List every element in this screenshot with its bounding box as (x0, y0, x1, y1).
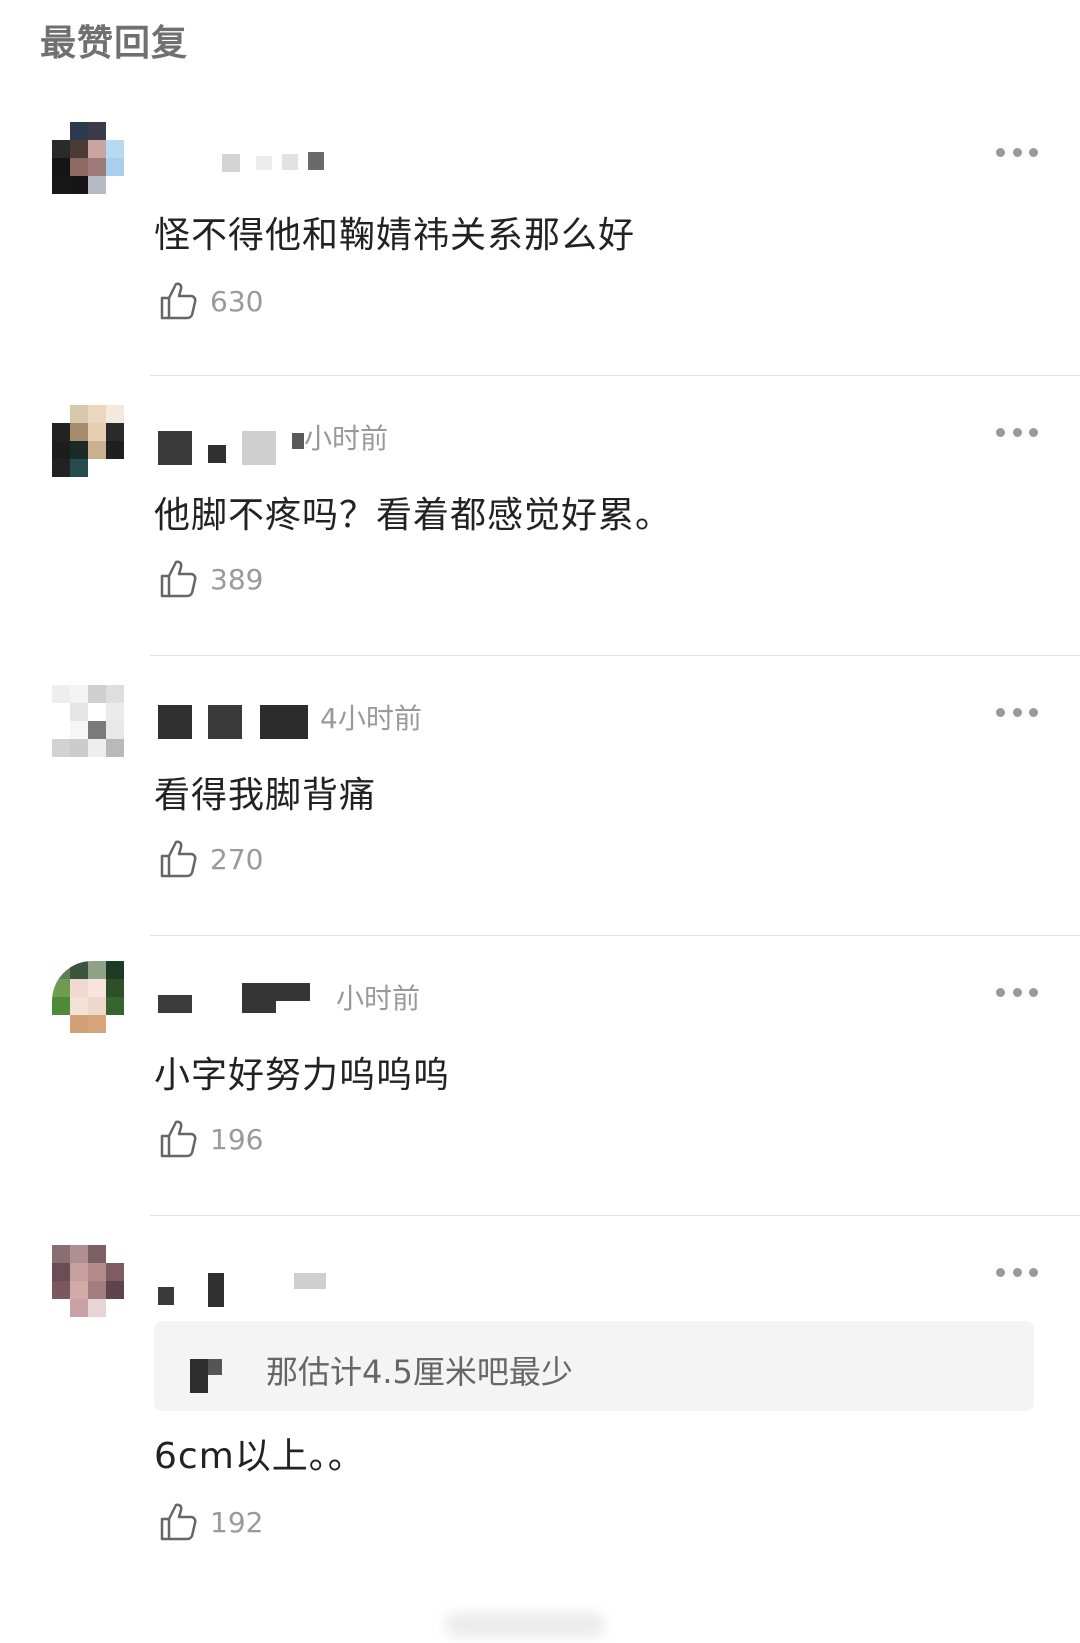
home-indicator (445, 1612, 605, 1638)
timestamp: 4小时前 (320, 702, 422, 735)
like-count: 389 (210, 562, 264, 596)
like-count: 192 (210, 1505, 264, 1539)
comment-text: 他脚不疼吗？看着都感觉好累。 (154, 495, 673, 536)
timestamp: 小时前 (304, 422, 389, 455)
comment-text: 看得我脚背痛 (154, 775, 377, 816)
avatar[interactable] (52, 405, 124, 477)
more-dots-icon[interactable] (996, 1266, 1038, 1278)
quoted-reply: 那估计4.5厘米吧最少 (154, 1321, 1034, 1411)
thumbs-up-icon (160, 1503, 197, 1541)
avatar[interactable] (52, 122, 124, 194)
thumbs-up-icon (160, 840, 197, 878)
avatar[interactable] (52, 1245, 124, 1317)
thumbs-up-icon (160, 282, 197, 320)
quoted-username-pixelated (190, 1359, 226, 1393)
divider (150, 1215, 1080, 1216)
more-dots-icon[interactable] (996, 146, 1038, 158)
more-dots-icon[interactable] (996, 426, 1038, 438)
comment-text: 小字好努力呜呜呜 (154, 1055, 451, 1096)
comment-text: 怪不得他和鞠婧祎关系那么好 (154, 215, 636, 256)
like-button[interactable]: 196 (158, 1116, 263, 1162)
avatar[interactable] (52, 685, 124, 757)
like-button[interactable]: 192 (158, 1499, 263, 1545)
like-button[interactable]: 270 (158, 836, 263, 882)
like-button[interactable]: 630 (158, 278, 263, 324)
comment-text: 6cm以上。。 (154, 1436, 365, 1477)
like-button[interactable]: 389 (158, 556, 263, 602)
divider (150, 935, 1080, 936)
thumbs-up-icon (160, 560, 197, 598)
quoted-text: 那估计4.5厘米吧最少 (266, 1353, 573, 1391)
divider (150, 655, 1080, 656)
section-title: 最赞回复 (40, 23, 189, 64)
like-count: 630 (210, 284, 264, 318)
like-count: 196 (210, 1122, 264, 1156)
avatar[interactable] (52, 961, 124, 1033)
more-dots-icon[interactable] (996, 706, 1038, 718)
thumbs-up-icon (160, 1120, 197, 1158)
timestamp: 小时前 (336, 982, 421, 1015)
more-dots-icon[interactable] (996, 986, 1038, 998)
divider (150, 375, 1080, 376)
like-count: 270 (210, 842, 264, 876)
